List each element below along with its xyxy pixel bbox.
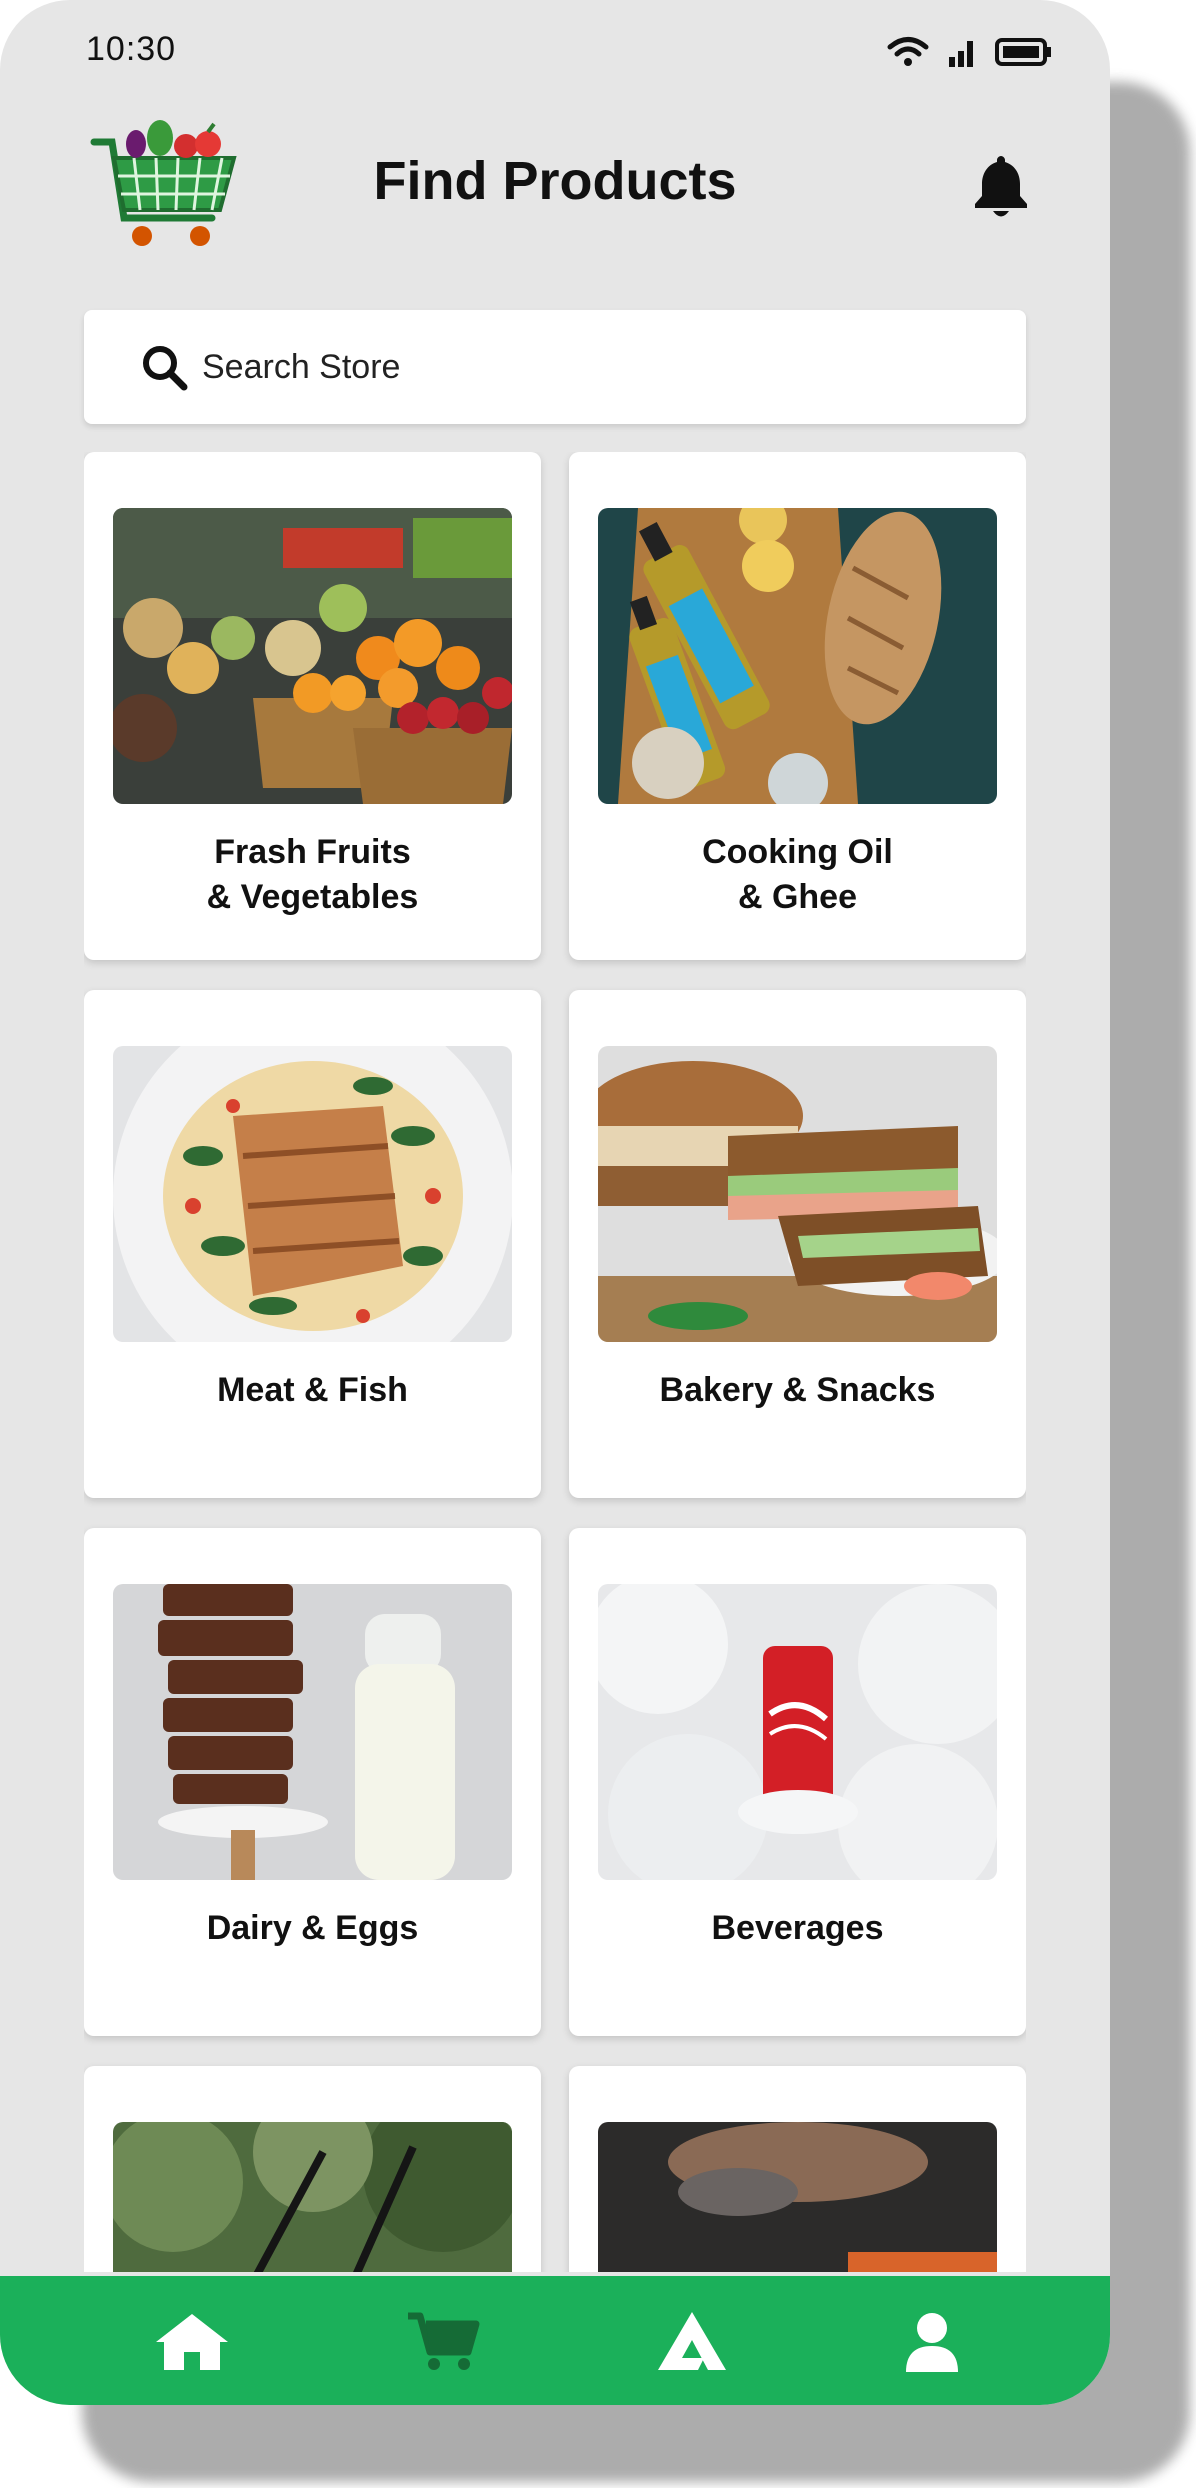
search-icon bbox=[143, 346, 188, 391]
category-label-line1: Dairy & Eggs bbox=[206, 1909, 419, 1947]
bell-icon[interactable] bbox=[971, 152, 1031, 218]
user-icon[interactable] bbox=[892, 2310, 972, 2374]
category-card-dairy-eggs[interactable]: Dairy & Eggs bbox=[84, 1528, 541, 2036]
bottom-nav bbox=[0, 2276, 1110, 2405]
signal-icon bbox=[949, 41, 973, 67]
category-label-line1: Bakery & Snacks bbox=[659, 1371, 936, 1409]
bakery-snacks-image bbox=[598, 1046, 997, 1342]
search-input[interactable]: Search Store bbox=[84, 310, 1026, 424]
battery-icon bbox=[995, 38, 1051, 66]
category-card-8[interactable] bbox=[569, 2066, 1026, 2272]
category-label-line1: Cooking Oil bbox=[702, 833, 893, 871]
category-grid: Frash Fruits & Vegetables Cooking Oil & … bbox=[84, 452, 1026, 2272]
category-card-cooking-oil-ghee[interactable]: Cooking Oil & Ghee bbox=[569, 452, 1026, 960]
wifi-icon bbox=[887, 37, 929, 66]
category-label: Cooking Oil & Ghee bbox=[569, 830, 1026, 920]
category-label: Frash Fruits & Vegetables bbox=[84, 830, 541, 920]
cart-icon[interactable] bbox=[404, 2310, 484, 2374]
category-label: Meat & Fish bbox=[84, 1368, 541, 1413]
meat-fish-image bbox=[113, 1046, 512, 1342]
category-label: Bakery & Snacks bbox=[569, 1368, 1026, 1413]
status-icons bbox=[887, 36, 1053, 68]
dairy-eggs-image bbox=[113, 1584, 512, 1880]
category-card-fruits-vegetables[interactable]: Frash Fruits & Vegetables bbox=[84, 452, 541, 960]
header: Find Products bbox=[0, 110, 1110, 270]
category-label-line1: Beverages bbox=[711, 1909, 884, 1947]
category-card-7[interactable] bbox=[84, 2066, 541, 2272]
status-bar: 10:30 bbox=[0, 0, 1110, 110]
fruits-vegetables-image bbox=[113, 508, 512, 804]
cooking-oil-image bbox=[598, 508, 997, 804]
status-time: 10:30 bbox=[86, 30, 177, 68]
home-icon[interactable] bbox=[152, 2310, 232, 2374]
page-title: Find Products bbox=[373, 151, 737, 211]
category-card-meat-fish[interactable]: Meat & Fish bbox=[84, 990, 541, 1498]
category-label: Beverages bbox=[569, 1906, 1026, 1951]
category-label-line1: Meat & Fish bbox=[217, 1371, 408, 1409]
phone-screen: 10:30 Find Products Search Store Frash F… bbox=[0, 0, 1110, 2405]
search-placeholder: Search Store bbox=[202, 347, 401, 386]
category-label-line2: & Ghee bbox=[737, 878, 858, 916]
category-label-line2: & Vegetables bbox=[206, 878, 419, 916]
beverages-image bbox=[598, 1584, 997, 1880]
category-label: Dairy & Eggs bbox=[84, 1906, 541, 1951]
brand-a-icon[interactable] bbox=[652, 2310, 732, 2374]
category-label-line1: Frash Fruits bbox=[214, 833, 411, 871]
category-card-bakery-snacks[interactable]: Bakery & Snacks bbox=[569, 990, 1026, 1498]
category-8-image bbox=[598, 2122, 997, 2272]
category-card-beverages[interactable]: Beverages bbox=[569, 1528, 1026, 2036]
category-7-image bbox=[113, 2122, 512, 2272]
